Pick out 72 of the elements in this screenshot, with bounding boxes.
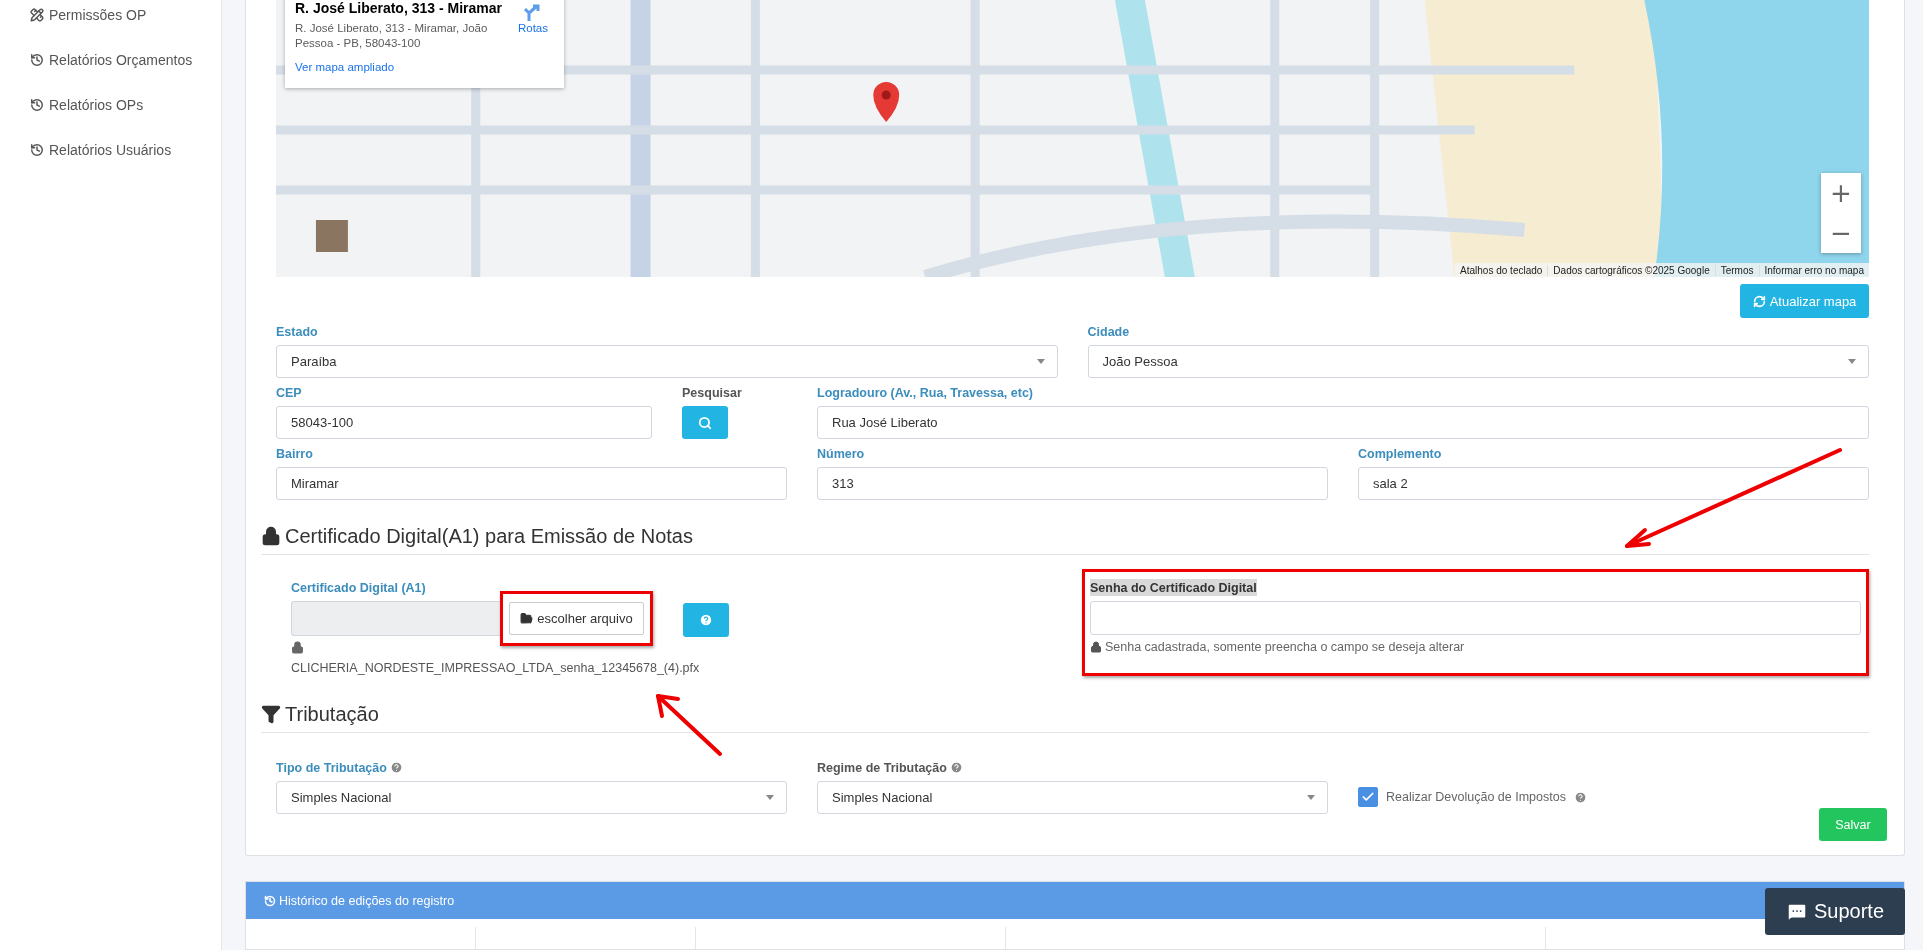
field-label: CEP	[276, 384, 302, 401]
panel-title: Histórico de edições do registro	[279, 893, 455, 908]
input-field[interactable]: Miramar	[276, 467, 787, 500]
check-icon	[1361, 790, 1375, 804]
field-label: Bairro	[276, 445, 313, 462]
input-field[interactable]: sala 2	[1358, 467, 1869, 500]
field-label: Senha do Certificado Digital	[1090, 579, 1257, 596]
refresh-icon	[1752, 294, 1766, 308]
field-label: Cidade	[1087, 323, 1130, 340]
zoom-in-button[interactable]: +	[1821, 173, 1861, 213]
sidebar-item[interactable]: Relatórios Orçamentos	[30, 37, 221, 82]
field-label: Certificado Digital (A1)	[291, 579, 426, 596]
history-icon	[30, 97, 44, 112]
place-title: R. José Liberato, 313 - Miramar	[295, 0, 503, 16]
annotation-arrow	[656, 694, 722, 756]
attribution-link[interactable]: Termos	[1714, 264, 1759, 276]
history-icon	[30, 142, 44, 157]
funnel-icon	[261, 704, 281, 724]
section-title: Certificado Digital(A1) para Emissão de Notas	[285, 524, 693, 548]
caret-icon	[1036, 359, 1045, 364]
caret-icon	[766, 795, 774, 800]
sidebar-item[interactable]: Permissões OP	[30, 0, 221, 37]
attribution-link[interactable]: Dados cartográficos ©2025 Google	[1547, 264, 1715, 276]
select-field[interactable]: João Pessoa	[1087, 345, 1869, 378]
field-label: Estado	[276, 323, 318, 340]
sidebar-item[interactable]: Relatórios OPs	[30, 82, 221, 127]
choose-file-button[interactable]: escolher arquivo	[500, 591, 653, 646]
input-field[interactable]: Rua José Liberato	[817, 406, 1869, 439]
field-label: Logradouro (Av., Rua, Travessa, etc)	[817, 384, 1034, 401]
caret-icon	[1307, 795, 1315, 800]
input-field[interactable]: 313	[817, 467, 1328, 500]
select-field[interactable]: Paraíba	[276, 345, 1058, 378]
support-button[interactable]: Suporte	[1765, 888, 1905, 935]
larger-map-link[interactable]: Ver mapa ampliado	[295, 61, 512, 73]
help-icon	[389, 761, 403, 774]
search-icon	[698, 415, 712, 430]
help-icon	[1573, 790, 1587, 804]
history-icon	[30, 52, 44, 67]
hint-text: Senha cadastrada, somente preencha o campo se deseja alterar	[1105, 640, 1465, 654]
field-label: Número	[817, 445, 865, 462]
field-label: Pesquisar	[682, 384, 742, 401]
field-label: Tipo de Tributação	[276, 759, 403, 776]
place-address: R. José Liberato, 313 - Miramar, João Pessoa - PB, 58043-100	[295, 21, 489, 51]
zoom-out-button[interactable]: −	[1821, 213, 1861, 253]
help-icon	[949, 761, 963, 774]
checkbox-text: Realizar Devolução de Impostos	[1386, 790, 1566, 804]
select-field[interactable]: Simples Nacional	[817, 781, 1328, 814]
lock-icon	[261, 526, 281, 546]
field-label: Regime de Tributação	[817, 759, 963, 776]
search-button[interactable]	[682, 406, 728, 439]
directions-link[interactable]: Rotas	[512, 0, 554, 80]
help-icon	[699, 613, 713, 627]
select-field[interactable]: Simples Nacional	[276, 781, 787, 814]
attribution-link[interactable]: Informar erro no mapa	[1758, 264, 1869, 276]
file-field[interactable]	[291, 601, 500, 636]
section-title: Tributação	[285, 702, 379, 726]
sidebar-item[interactable]: Relatórios Usuários	[30, 127, 221, 172]
file-name: CLICHERIA_NORDESTE_IMPRESSAO_LTDA_senha_12345678_(4).pfx	[291, 660, 700, 676]
lock-icon	[291, 641, 304, 654]
help-button[interactable]	[683, 603, 729, 637]
caret-icon	[1848, 359, 1856, 364]
password-field[interactable]	[1090, 601, 1861, 635]
fork-arrow-icon	[523, 2, 543, 22]
tools-icon	[30, 7, 44, 22]
folder-icon	[520, 612, 534, 625]
attribution-link[interactable]: Atalhos do teclado	[1455, 264, 1548, 276]
checkbox-label[interactable]: Realizar Devolução de Impostos	[1358, 787, 1869, 807]
history-icon	[264, 894, 276, 907]
field-label: Complemento	[1358, 445, 1442, 462]
checkbox[interactable]	[1358, 787, 1378, 807]
input-field[interactable]: 58043-100	[276, 406, 652, 439]
lock-icon	[1090, 641, 1102, 653]
